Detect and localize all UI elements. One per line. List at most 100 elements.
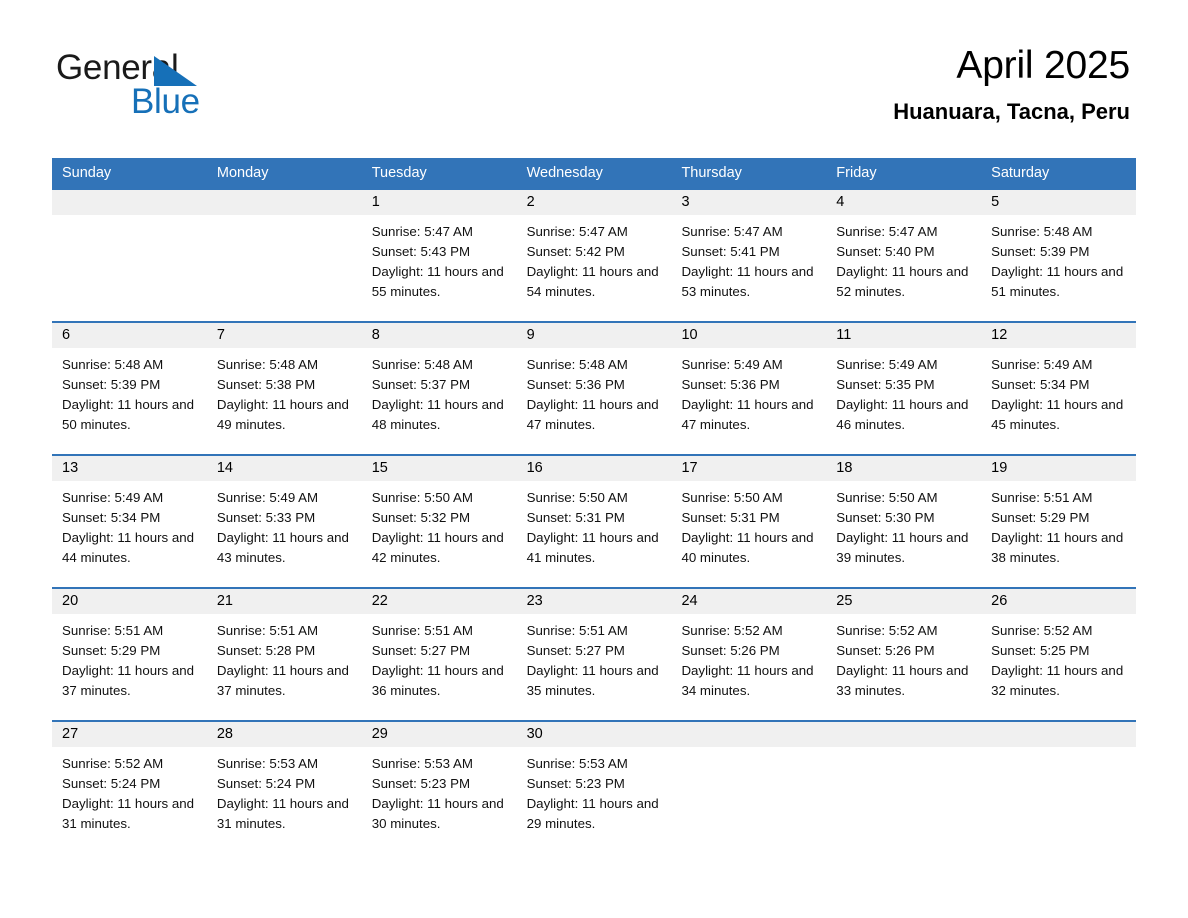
day-number-bar: 9 [516, 323, 672, 348]
day-cell[interactable]: 17 Sunrise: 5:50 AM Sunset: 5:31 PM Dayl… [671, 456, 827, 587]
day-cell[interactable]: 22 Sunrise: 5:51 AM Sunset: 5:27 PM Dayl… [361, 589, 517, 720]
day-number: 2 [526, 194, 535, 210]
day-number: 23 [526, 593, 543, 609]
daylight-text: Daylight: 11 hours and 35 minutes. [526, 663, 659, 698]
weekday-header-thursday: Thursday [681, 165, 742, 181]
sunset-text: Sunset: 5:35 PM [836, 377, 935, 392]
calendar-page: General Blue April 2025 Huanuara, Tacna,… [0, 0, 1188, 918]
day-details [671, 747, 826, 754]
day-cell[interactable]: 2 Sunrise: 5:47 AM Sunset: 5:42 PM Dayli… [516, 190, 672, 321]
week-row: 1 Sunrise: 5:47 AM Sunset: 5:43 PM Dayli… [52, 188, 1137, 321]
day-cell[interactable]: 18 Sunrise: 5:50 AM Sunset: 5:30 PM Dayl… [826, 456, 982, 587]
sunrise-text: Sunrise: 5:47 AM [526, 224, 628, 239]
day-details: Sunrise: 5:51 AM Sunset: 5:27 PM Dayligh… [517, 614, 672, 701]
day-cell[interactable]: 4 Sunrise: 5:47 AM Sunset: 5:40 PM Dayli… [826, 190, 982, 321]
sunset-text: Sunset: 5:33 PM [216, 510, 316, 525]
day-cell[interactable]: 24 Sunrise: 5:52 AM Sunset: 5:26 PM Dayl… [671, 589, 827, 720]
day-cell[interactable]: 26 Sunrise: 5:52 AM Sunset: 5:25 PM Dayl… [981, 589, 1137, 720]
day-cell[interactable]: 1 Sunrise: 5:47 AM Sunset: 5:43 PM Dayli… [361, 190, 517, 321]
day-number: 6 [62, 327, 71, 343]
day-cell[interactable]: 25 Sunrise: 5:52 AM Sunset: 5:26 PM Dayl… [826, 589, 982, 720]
sunset-text: Sunset: 5:29 PM [991, 510, 1090, 525]
day-cell[interactable]: 29 Sunrise: 5:53 AM Sunset: 5:23 PM Dayl… [361, 722, 517, 853]
sunrise-text: Sunrise: 5:47 AM [836, 224, 938, 239]
day-details: Sunrise: 5:47 AM Sunset: 5:43 PM Dayligh… [362, 215, 517, 302]
day-details: Sunrise: 5:48 AM Sunset: 5:39 PM Dayligh… [52, 348, 207, 435]
sunset-text: Sunset: 5:37 PM [371, 377, 471, 392]
day-number: 17 [681, 460, 698, 476]
day-number-bar: 10 [671, 323, 827, 348]
day-details: Sunrise: 5:52 AM Sunset: 5:25 PM Dayligh… [981, 614, 1136, 701]
day-cell[interactable]: 30 Sunrise: 5:53 AM Sunset: 5:23 PM Dayl… [516, 722, 672, 853]
sunset-text: Sunset: 5:24 PM [216, 776, 316, 791]
day-cell[interactable]: 13 Sunrise: 5:49 AM Sunset: 5:34 PM Dayl… [52, 456, 207, 587]
day-cell[interactable]: 28 Sunrise: 5:53 AM Sunset: 5:24 PM Dayl… [206, 722, 362, 853]
sunrise-text: Sunrise: 5:52 AM [62, 756, 164, 771]
day-cell[interactable]: 5 Sunrise: 5:48 AM Sunset: 5:39 PM Dayli… [981, 190, 1137, 321]
daylight-text: Daylight: 11 hours and 50 minutes. [62, 397, 195, 432]
day-cell[interactable]: 19 Sunrise: 5:51 AM Sunset: 5:29 PM Dayl… [981, 456, 1137, 587]
day-number-bar: 21 [206, 589, 362, 614]
sunset-text: Sunset: 5:24 PM [62, 776, 161, 791]
day-number: 16 [526, 460, 543, 476]
sunset-text: Sunset: 5:36 PM [526, 377, 625, 392]
sunset-text: Sunset: 5:36 PM [681, 377, 780, 392]
day-cell[interactable]: 9 Sunrise: 5:48 AM Sunset: 5:36 PM Dayli… [516, 323, 672, 454]
sunrise-text: Sunrise: 5:52 AM [681, 623, 783, 638]
sunrise-text: Sunrise: 5:53 AM [216, 756, 319, 771]
day-cell[interactable]: 14 Sunrise: 5:49 AM Sunset: 5:33 PM Dayl… [206, 456, 362, 587]
day-number: 15 [371, 460, 388, 476]
day-cell[interactable]: 12 Sunrise: 5:49 AM Sunset: 5:34 PM Dayl… [981, 323, 1137, 454]
day-cell [671, 722, 827, 853]
logo-text-blue: Blue [131, 82, 200, 121]
day-number-bar [826, 722, 982, 747]
day-details: Sunrise: 5:49 AM Sunset: 5:36 PM Dayligh… [671, 348, 826, 435]
day-cell[interactable]: 16 Sunrise: 5:50 AM Sunset: 5:31 PM Dayl… [516, 456, 672, 587]
week-row: 20 Sunrise: 5:51 AM Sunset: 5:29 PM Dayl… [52, 587, 1137, 720]
day-cell[interactable]: 20 Sunrise: 5:51 AM Sunset: 5:29 PM Dayl… [52, 589, 207, 720]
day-cell[interactable]: 3 Sunrise: 5:47 AM Sunset: 5:41 PM Dayli… [671, 190, 827, 321]
day-number: 30 [526, 726, 543, 742]
day-cell[interactable]: 7 Sunrise: 5:48 AM Sunset: 5:38 PM Dayli… [206, 323, 362, 454]
general-blue-logo[interactable]: General Blue [56, 48, 246, 121]
day-cell[interactable]: 23 Sunrise: 5:51 AM Sunset: 5:27 PM Dayl… [516, 589, 672, 720]
day-number: 3 [681, 194, 690, 210]
day-cell[interactable]: 21 Sunrise: 5:51 AM Sunset: 5:28 PM Dayl… [206, 589, 362, 720]
page-title: April 2025 [956, 44, 1130, 87]
day-number-bar: 3 [671, 190, 827, 215]
sunrise-text: Sunrise: 5:49 AM [62, 490, 164, 505]
day-cell[interactable]: 6 Sunrise: 5:48 AM Sunset: 5:39 PM Dayli… [52, 323, 207, 454]
day-details: Sunrise: 5:51 AM Sunset: 5:29 PM Dayligh… [52, 614, 207, 701]
daylight-text: Daylight: 11 hours and 52 minutes. [836, 264, 969, 299]
day-cell[interactable]: 11 Sunrise: 5:49 AM Sunset: 5:35 PM Dayl… [826, 323, 982, 454]
day-details: Sunrise: 5:52 AM Sunset: 5:26 PM Dayligh… [826, 614, 981, 701]
sunrise-text: Sunrise: 5:49 AM [836, 357, 938, 372]
day-details [52, 215, 207, 222]
sunrise-text: Sunrise: 5:49 AM [991, 357, 1093, 372]
day-details [207, 215, 362, 222]
day-number: 9 [526, 327, 535, 343]
sunrise-text: Sunrise: 5:48 AM [526, 357, 628, 372]
day-number-bar: 11 [826, 323, 982, 348]
day-number-bar: 5 [981, 190, 1137, 215]
day-details: Sunrise: 5:47 AM Sunset: 5:42 PM Dayligh… [517, 215, 672, 302]
daylight-text: Daylight: 11 hours and 39 minutes. [836, 530, 969, 565]
sunrise-text: Sunrise: 5:48 AM [62, 357, 164, 372]
daylight-text: Daylight: 11 hours and 45 minutes. [991, 397, 1124, 432]
day-cell[interactable]: 15 Sunrise: 5:50 AM Sunset: 5:32 PM Dayl… [361, 456, 517, 587]
page-header: General Blue April 2025 Huanuara, Tacna,… [0, 0, 1188, 124]
weekday-header-friday: Friday [836, 165, 877, 181]
sunset-text: Sunset: 5:25 PM [991, 643, 1090, 658]
day-cell[interactable]: 27 Sunrise: 5:52 AM Sunset: 5:24 PM Dayl… [52, 722, 207, 853]
sunrise-text: Sunrise: 5:51 AM [216, 623, 319, 638]
sunset-text: Sunset: 5:42 PM [526, 244, 625, 259]
week-row: 6 Sunrise: 5:48 AM Sunset: 5:39 PM Dayli… [52, 321, 1137, 454]
day-cell[interactable]: 10 Sunrise: 5:49 AM Sunset: 5:36 PM Dayl… [671, 323, 827, 454]
day-number-bar [981, 722, 1137, 747]
day-cell[interactable]: 8 Sunrise: 5:48 AM Sunset: 5:37 PM Dayli… [361, 323, 517, 454]
sunset-text: Sunset: 5:34 PM [991, 377, 1090, 392]
sunrise-text: Sunrise: 5:51 AM [62, 623, 164, 638]
daylight-text: Daylight: 11 hours and 41 minutes. [526, 530, 659, 565]
daylight-text: Daylight: 11 hours and 51 minutes. [991, 264, 1124, 299]
sunset-text: Sunset: 5:23 PM [371, 776, 471, 791]
